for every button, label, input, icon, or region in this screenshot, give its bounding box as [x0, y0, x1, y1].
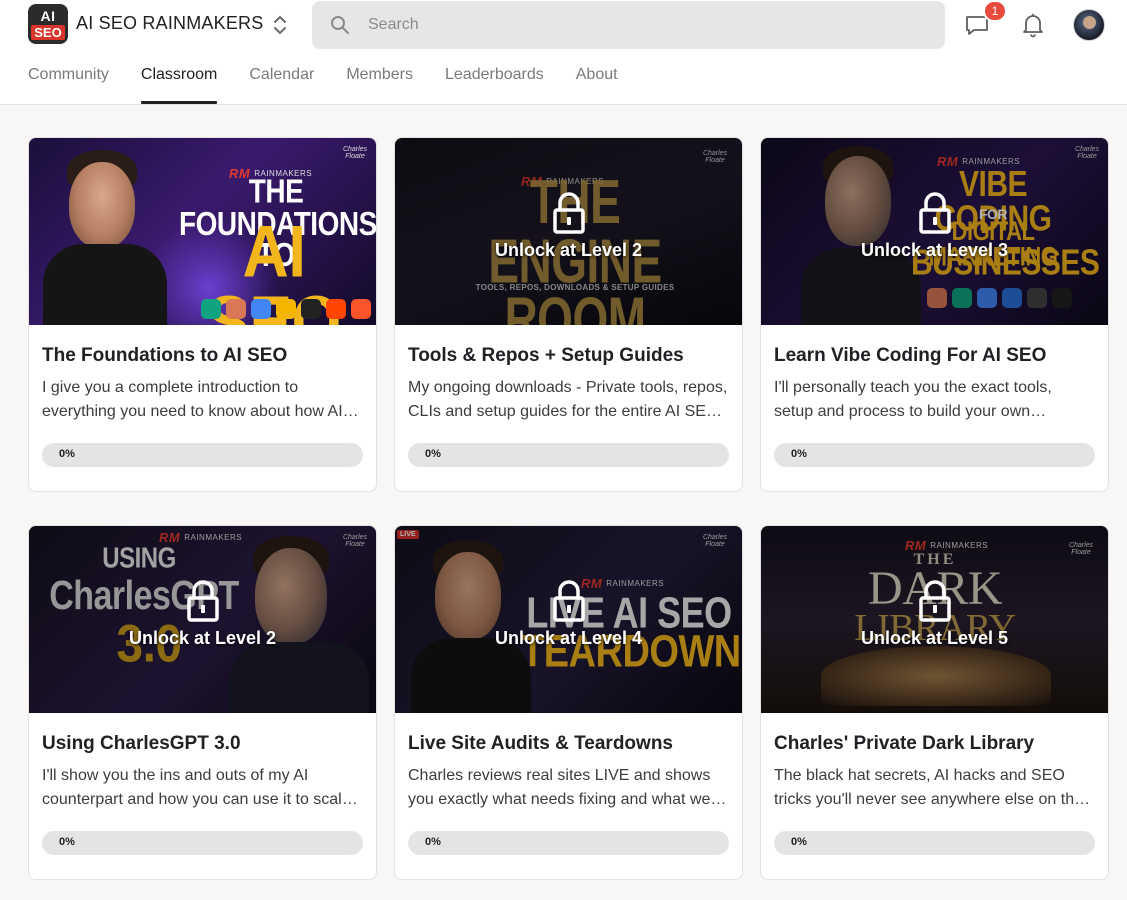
- course-thumbnail: RM RAINMAKERS Charles Floate THE FOUNDATI…: [29, 138, 376, 325]
- community-logo[interactable]: AI SEO: [28, 4, 68, 44]
- tab-leaderboards[interactable]: Leaderboards: [445, 56, 544, 104]
- course-card-live-audits[interactable]: LIVE RM RAINMAKERS Charles Floate LIVE AI…: [394, 525, 743, 880]
- lock-icon: [918, 580, 951, 622]
- tab-members[interactable]: Members: [346, 56, 413, 104]
- course-grid: RM RAINMAKERS Charles Floate THE FOUNDATI…: [28, 137, 1110, 880]
- search-bar[interactable]: [312, 1, 945, 49]
- course-description: The black hat secrets, AI hacks and SEO …: [774, 767, 1083, 808]
- course-title: Live Site Audits & Teardowns: [408, 733, 673, 754]
- course-card-dark-library[interactable]: RM RAINMAKERS Charles Floate THE DARK LIB…: [760, 525, 1109, 880]
- progress-label: 0%: [791, 836, 807, 848]
- progress-bar: 0%: [774, 831, 1095, 855]
- progress-label: 0%: [425, 836, 441, 848]
- course-description: I'll show you the ins and outs of my AI …: [42, 767, 351, 808]
- course-description: Charles reviews real sites LIVE and show…: [408, 767, 724, 808]
- course-description: I'll personally teach you the exact tool…: [774, 379, 1052, 420]
- lock-overlay: Unlock at Level 4: [395, 526, 742, 713]
- course-title: Tools & Repos + Setup Guides: [408, 345, 684, 366]
- course-thumbnail: LIVE RM RAINMAKERS Charles Floate LIVE AI…: [395, 526, 742, 713]
- course-title: Charles' Private Dark Library: [774, 733, 1035, 754]
- course-thumbnail: RM RAINMAKERS Charles Floate VIBE CODING …: [761, 138, 1108, 325]
- progress-label: 0%: [425, 448, 441, 460]
- tool-icons-row: [201, 299, 371, 319]
- top-header: AI SEO AI SEO RAINMAKERS 1 Community Cla…: [0, 0, 1127, 105]
- course-title: Learn Vibe Coding For AI SEO: [774, 345, 1047, 366]
- lock-overlay: Unlock at Level 2: [29, 526, 376, 713]
- unlock-level-text: Unlock at Level 2: [128, 628, 277, 648]
- logo-text-seo: SEO: [31, 24, 65, 40]
- unlock-level-text: Unlock at Level 3: [860, 240, 1009, 260]
- course-thumbnail: RM RAINMAKERS Charles Floate THE ENGINE R…: [395, 138, 742, 325]
- tab-calendar[interactable]: Calendar: [249, 56, 314, 104]
- course-card-charlesgpt[interactable]: RM RAINMAKERS Charles Floate USING Charle…: [28, 525, 377, 880]
- lock-overlay: Unlock at Level 3: [761, 138, 1108, 325]
- lock-overlay: Unlock at Level 2: [395, 138, 742, 325]
- unlock-level-text: Unlock at Level 2: [494, 240, 643, 260]
- search-input[interactable]: [368, 16, 908, 34]
- search-icon: [331, 16, 349, 34]
- lock-icon: [552, 580, 585, 622]
- progress-bar: 0%: [42, 831, 363, 855]
- progress-bar: 0%: [42, 443, 363, 467]
- progress-label: 0%: [59, 836, 75, 848]
- unlock-level-text: Unlock at Level 4: [494, 628, 643, 648]
- progress-label: 0%: [791, 448, 807, 460]
- course-title: The Foundations to AI SEO: [42, 345, 288, 366]
- tab-classroom[interactable]: Classroom: [140, 56, 218, 104]
- course-thumbnail: RM RAINMAKERS Charles Floate USING Charle…: [29, 526, 376, 713]
- course-description: I give you a complete introduction to ev…: [42, 379, 343, 420]
- lock-icon: [552, 192, 585, 234]
- progress-label: 0%: [59, 448, 75, 460]
- notification-badge: 1: [983, 0, 1007, 22]
- progress-bar: 0%: [774, 443, 1095, 467]
- art-signature: Charles Floate: [342, 146, 368, 160]
- user-avatar[interactable]: [1073, 9, 1105, 41]
- community-switcher-chevron-icon[interactable]: [270, 12, 290, 38]
- unlock-level-text: Unlock at Level 5: [860, 628, 1009, 648]
- logo-text-ai: AI: [40, 7, 56, 24]
- course-card-vibe-coding[interactable]: RM RAINMAKERS Charles Floate VIBE CODING …: [760, 137, 1109, 492]
- lock-icon: [918, 192, 951, 234]
- course-thumbnail: RM RAINMAKERS Charles Floate THE DARK LIB…: [761, 526, 1108, 713]
- bell-icon[interactable]: [1020, 12, 1046, 38]
- tab-community[interactable]: Community: [28, 56, 109, 104]
- course-card-tools-repos[interactable]: RM RAINMAKERS Charles Floate THE ENGINE R…: [394, 137, 743, 492]
- lock-overlay: Unlock at Level 5: [761, 526, 1108, 713]
- progress-bar: 0%: [408, 443, 729, 467]
- nav-tabs: Community Classroom Calendar Members Lea…: [28, 56, 650, 105]
- lock-icon: [186, 580, 219, 622]
- progress-bar: 0%: [408, 831, 729, 855]
- community-name[interactable]: AI SEO RAINMAKERS: [76, 13, 263, 34]
- course-card-foundations[interactable]: RM RAINMAKERS Charles Floate THE FOUNDATI…: [28, 137, 377, 492]
- tab-about[interactable]: About: [576, 56, 618, 104]
- course-description: My ongoing downloads - Private tools, re…: [408, 379, 728, 420]
- course-title: Using CharlesGPT 3.0: [42, 733, 241, 754]
